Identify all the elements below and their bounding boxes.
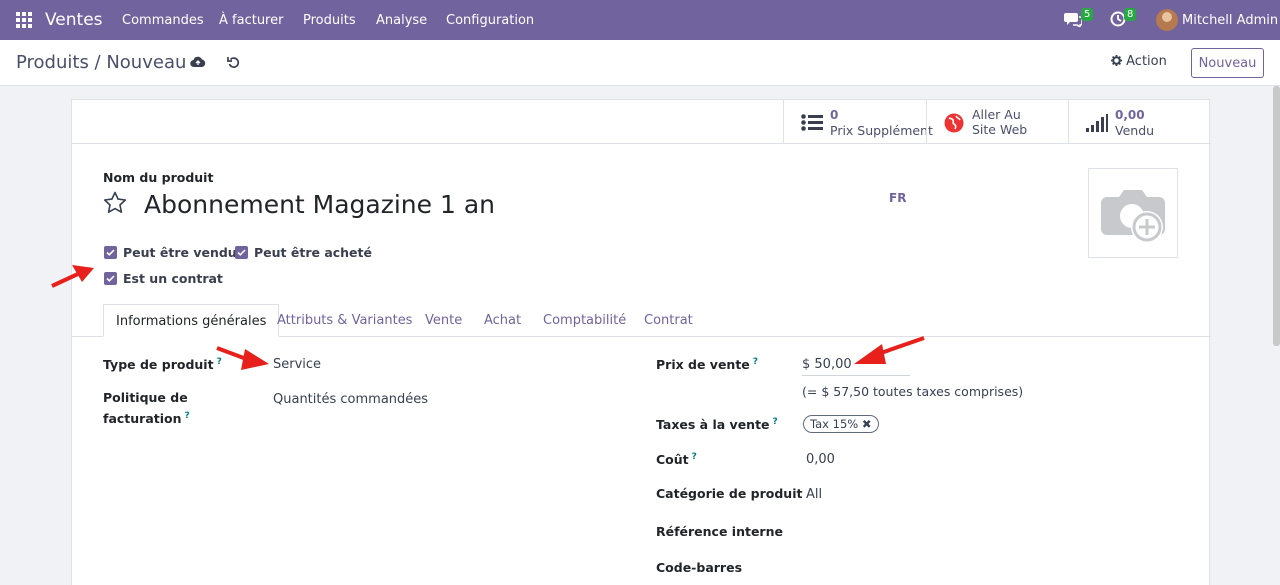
favorite-star-icon[interactable] (103, 191, 127, 218)
product-name-label: Nom du produit (103, 170, 214, 185)
is-contract-label: Est un contrat (123, 271, 223, 286)
cost-input[interactable]: 0,00 (806, 452, 835, 467)
language-button[interactable]: FR (889, 191, 906, 205)
menu-configuration[interactable]: Configuration (446, 13, 534, 28)
stat-website-label-2: Site Web (972, 122, 1028, 137)
new-button[interactable]: Nouveau (1191, 48, 1264, 78)
stat-sold-label: Vendu (1115, 123, 1155, 138)
breadcrumb[interactable]: Produits / Nouveau (16, 52, 186, 73)
stat-sold-value: 0,00 (1115, 108, 1145, 122)
control-panel: Produits / Nouveau Action Nouveau (0, 40, 1280, 86)
can-be-sold-label: Peut être vendu (123, 245, 237, 260)
scrollbar[interactable] (1273, 86, 1280, 346)
product-type-label: Type de produit? (103, 357, 222, 373)
menu-commandes[interactable]: Commandes (122, 13, 204, 28)
tax-tag-label: Tax 15% (810, 417, 859, 431)
sale-price-underline (802, 375, 910, 376)
product-image-upload[interactable] (1088, 168, 1178, 258)
top-navbar: Ventes Commandes À facturer Produits Ana… (0, 0, 1280, 40)
activities-badge: 8 (1124, 8, 1137, 21)
globe-icon (944, 113, 964, 133)
messages-badge: 5 (1081, 8, 1094, 21)
invoice-policy-label: Politique de facturation? (103, 390, 190, 427)
apps-grid-icon[interactable] (16, 12, 32, 28)
action-button[interactable]: Action (1111, 54, 1167, 69)
menu-a-facturer[interactable]: À facturer (219, 13, 283, 28)
sale-price-incl-taxes: (= $ 57,50 toutes taxes comprises) (802, 384, 1024, 399)
sale-taxes-label: Taxes à la vente? (656, 417, 778, 433)
tab-sales[interactable]: Vente (413, 304, 474, 337)
list-icon (801, 114, 823, 131)
stat-extra-price-label: Prix Supplément (830, 123, 933, 138)
signal-bars-icon (1086, 114, 1108, 132)
cost-label: Coût? (656, 452, 697, 468)
annotation-arrow-product-type (216, 346, 269, 370)
gear-icon (1111, 55, 1122, 66)
internal-reference-label: Référence interne (656, 524, 783, 539)
save-cloud-icon[interactable] (190, 56, 206, 72)
category-label: Catégorie de produit (656, 486, 803, 501)
checkbox-checked-icon (104, 272, 117, 285)
remove-tag-icon[interactable]: ✖ (862, 417, 872, 431)
tab-contract[interactable]: Contrat (632, 304, 705, 337)
tax-tag[interactable]: Tax 15% ✖ (803, 415, 879, 433)
stat-extra-price-button[interactable]: 0 Prix Supplément (783, 100, 933, 144)
category-field[interactable]: All (806, 487, 822, 502)
is-contract-checkbox[interactable]: Est un contrat (104, 271, 223, 286)
camera-add-icon (1101, 190, 1165, 243)
help-tooltip-icon[interactable]: ? (773, 417, 778, 427)
tab-general-info[interactable]: Informations générales (103, 304, 280, 337)
checkbox-checked-icon (235, 246, 248, 259)
checkbox-checked-icon (104, 246, 117, 259)
annotation-arrow-contract (51, 265, 94, 288)
app-name[interactable]: Ventes (45, 10, 103, 30)
smart-buttons-bar: 0 Prix Supplément Aller Au Site Web 0,00… (72, 100, 1211, 144)
help-tooltip-icon[interactable]: ? (753, 357, 758, 367)
tab-accounting[interactable]: Comptabilité (531, 304, 638, 337)
stat-website-button[interactable]: Aller Au Site Web (926, 100, 1068, 144)
form-tabs: Informations générales Attributs & Varia… (72, 304, 1211, 337)
messages-icon[interactable] (1064, 11, 1083, 31)
sale-price-label: Prix de vente? (656, 357, 759, 373)
can-be-sold-checkbox[interactable]: Peut être vendu (104, 245, 237, 260)
product-type-field[interactable]: Service (273, 357, 321, 372)
user-avatar[interactable] (1156, 9, 1178, 31)
action-label: Action (1126, 54, 1167, 69)
stat-extra-price-value: 0 (830, 108, 839, 122)
tab-purchase[interactable]: Achat (472, 304, 533, 337)
barcode-label: Code-barres (656, 560, 743, 575)
user-name[interactable]: Mitchell Admin (1182, 13, 1278, 28)
menu-analyse[interactable]: Analyse (376, 13, 427, 28)
menu-produits[interactable]: Produits (303, 13, 356, 28)
discard-undo-icon[interactable] (227, 55, 241, 73)
product-name-input[interactable]: Abonnement Magazine 1 an (144, 190, 495, 219)
stat-website-label: Aller Au (972, 107, 1021, 122)
can-be-purchased-checkbox[interactable]: Peut être acheté (235, 245, 372, 260)
tab-attributes-variants[interactable]: Attributs & Variantes (265, 304, 424, 337)
invoice-policy-field[interactable]: Quantités commandées (273, 392, 428, 407)
help-tooltip-icon[interactable]: ? (185, 411, 190, 421)
can-be-purchased-label: Peut être acheté (254, 245, 372, 260)
sale-price-input[interactable]: $ 50,00 (802, 357, 852, 372)
help-tooltip-icon[interactable]: ? (692, 452, 697, 462)
annotation-arrow-sale-price (854, 336, 925, 364)
stat-sold-button[interactable]: 0,00 Vendu (1068, 100, 1211, 144)
